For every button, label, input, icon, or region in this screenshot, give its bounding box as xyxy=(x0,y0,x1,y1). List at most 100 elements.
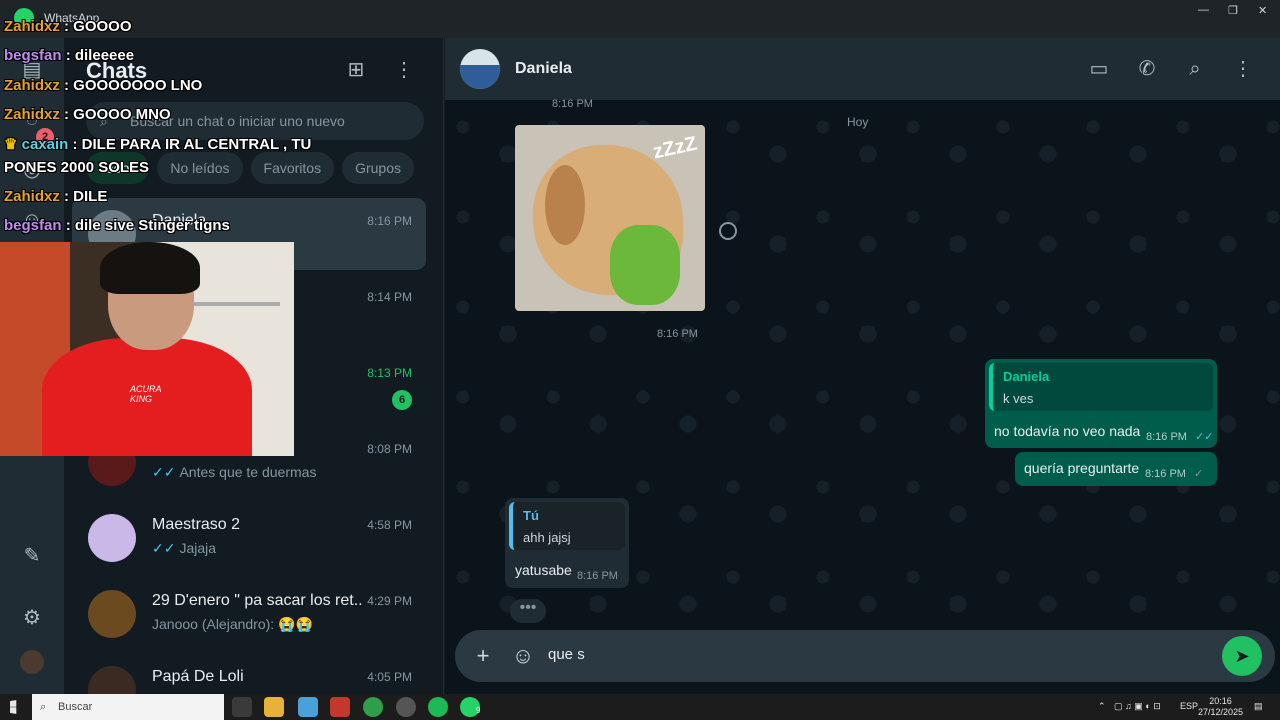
task-view-icon[interactable] xyxy=(232,697,252,717)
message-time: 8:16 PM xyxy=(1145,468,1186,480)
menu-dots-icon[interactable]: ⋮ xyxy=(1231,57,1255,81)
stream-chat-line: begsfan : dile sive Stinger tigns xyxy=(4,217,230,234)
chat-time: 4:29 PM xyxy=(367,594,412,608)
quoted-message[interactable]: Daniela k ves xyxy=(989,363,1213,411)
taskbar-search[interactable]: ⌕ Buscar xyxy=(32,694,224,720)
taskbar-clock[interactable]: 20:16 27/12/2025 xyxy=(1198,696,1243,718)
message-time: 8:16 PM xyxy=(657,328,698,340)
message-input[interactable]: que s xyxy=(548,646,585,663)
message-time: 8:16 PM xyxy=(552,98,593,110)
quote-author: Tú xyxy=(523,508,539,523)
profile-avatar[interactable] xyxy=(20,650,44,674)
tray-chevron-icon[interactable]: ⌃ xyxy=(1098,701,1106,712)
stream-chat-line: Zahidxz : GOOOO MNO xyxy=(4,106,171,123)
incoming-message[interactable]: Tú ahh jajsj yatusabe 8:16 PM xyxy=(505,498,629,588)
filter-groups[interactable]: Grupos xyxy=(342,152,415,184)
chat-time: 8:16 PM xyxy=(367,214,412,228)
chat-preview: ✓✓ Antes que te duermas xyxy=(152,464,317,480)
chat-time: 4:05 PM xyxy=(367,670,412,684)
spotify-icon[interactable] xyxy=(428,697,448,717)
message-time: 8:16 PM xyxy=(1146,431,1187,443)
contact-name[interactable]: Daniela xyxy=(515,60,572,78)
chat-name: 29 D'enero " pa sacar los ret... xyxy=(152,592,362,609)
chat-preview: ✓✓ Jajaja xyxy=(152,540,217,556)
stream-chat-line: Zahidxz : DILE xyxy=(4,188,108,205)
chat-name: Papá De Loli xyxy=(152,668,244,685)
message-text: no todavía no veo nada xyxy=(994,423,1141,439)
stream-chat-line: begsfan : dileeeee xyxy=(4,47,135,64)
search-icon: ⌕ xyxy=(40,701,47,713)
quoted-message[interactable]: Tú ahh jajsj xyxy=(509,502,625,550)
stream-chat-line: PONES 2000 SOLES xyxy=(4,159,150,176)
sticker-icon[interactable]: ☺ xyxy=(511,644,535,668)
chat-name: Maestraso 2 xyxy=(152,516,241,533)
chat-time: 4:58 PM xyxy=(367,518,412,532)
search-icon[interactable]: ⌕ xyxy=(1183,57,1207,81)
photo-message[interactable]: zZzZ xyxy=(515,125,705,311)
quote-author: Daniela xyxy=(1003,369,1050,384)
read-ticks-icon: ✓✓ xyxy=(152,540,176,556)
chat-row-group[interactable]: 29 D'enero " pa sacar los ret... Janooo … xyxy=(72,578,426,650)
chat-row-maestraso[interactable]: Maestraso 2 ✓✓ Jajaja 4:58 PM xyxy=(72,502,426,574)
obs-icon[interactable] xyxy=(396,697,416,717)
unread-badge: 6 xyxy=(392,390,412,410)
webcam-overlay: ACURA KING xyxy=(0,242,294,456)
quote-text: ahh jajsj xyxy=(523,530,571,545)
chrome-icon[interactable] xyxy=(363,697,383,717)
send-button[interactable]: ➤ xyxy=(1222,636,1262,676)
outgoing-message[interactable]: quería preguntarte 8:16 PM ✓ xyxy=(1015,452,1217,486)
avatar xyxy=(88,666,136,694)
conversation-header: Daniela ▭ ✆ ⌕ ⋮ xyxy=(445,38,1280,100)
message-text: yatusabe xyxy=(515,562,572,578)
media-icon[interactable]: ✎ xyxy=(20,544,44,568)
clock-date: 27/12/2025 xyxy=(1198,707,1244,717)
message-time: 8:16 PM xyxy=(577,570,618,582)
new-chat-icon[interactable]: ⊞ xyxy=(344,58,368,82)
whatsapp-taskbar-badge: 9 xyxy=(476,706,481,715)
windows-taskbar: ⌕ Buscar 9 ⌃ ▢ ♫ ▣ ◐ ⊡ ESP 20:16 27/12/2… xyxy=(0,694,1280,720)
taskbar-search-label: Buscar xyxy=(58,701,93,713)
video-call-icon[interactable]: ▭ xyxy=(1087,57,1111,81)
menu-dots-icon[interactable]: ⋮ xyxy=(392,58,416,82)
shirt-logo: ACURA KING xyxy=(130,384,162,404)
dog-ear xyxy=(545,165,585,245)
file-explorer-icon[interactable] xyxy=(264,697,284,717)
chat-row-papa[interactable]: Papá De Loli 4:05 PM xyxy=(72,654,426,694)
day-label: Hoy xyxy=(847,115,869,129)
chat-time: 8:08 PM xyxy=(367,442,412,456)
sent-tick-icon: ✓ xyxy=(1194,468,1204,480)
tray-icons[interactable]: ▢ ♫ ▣ ◐ ⊡ xyxy=(1114,701,1161,712)
minimize-button[interactable]: — xyxy=(1198,4,1209,16)
avatar xyxy=(88,514,136,562)
maximize-button[interactable]: ❐ xyxy=(1228,4,1238,17)
notifications-icon[interactable]: ▤ xyxy=(1254,701,1263,712)
outgoing-message[interactable]: Daniela k ves no todavía no veo nada 8:1… xyxy=(985,359,1217,448)
chat-time: 8:13 PM xyxy=(367,366,412,380)
close-button[interactable]: ✕ xyxy=(1258,4,1267,17)
message-composer[interactable]: + ☺ que s xyxy=(455,630,1275,682)
keyboard-language[interactable]: ESP xyxy=(1180,701,1198,711)
contact-avatar[interactable] xyxy=(460,49,500,89)
read-ticks-icon: ✓✓ xyxy=(1195,431,1214,443)
stream-chat-overlay: Zahidxz : GOOOO begsfan : dileeeee Zahid… xyxy=(0,0,312,240)
attach-plus-icon[interactable]: + xyxy=(471,644,495,668)
conversation-panel: Daniela ▭ ✆ ⌕ ⋮ 8:16 PM Hoy zZzZ 8:16 PM… xyxy=(445,38,1280,694)
stream-chat-line: ♛ caxain : DILE PARA IR AL CENTRAL , TU xyxy=(4,136,312,153)
toy-image xyxy=(610,225,680,305)
phone-icon[interactable]: ✆ xyxy=(1135,57,1159,81)
clock-time: 20:16 xyxy=(1209,696,1232,706)
notes-app-icon[interactable] xyxy=(298,697,318,717)
message-text: quería preguntarte xyxy=(1024,460,1140,476)
gear-icon[interactable]: ⚙ xyxy=(20,606,44,630)
avatar xyxy=(88,590,136,638)
app-icon[interactable] xyxy=(330,697,350,717)
typing-indicator: ••• xyxy=(510,599,546,623)
stream-chat-line: Zahidxz : GOOOO xyxy=(4,18,132,35)
webcam-hair xyxy=(100,242,200,294)
react-emoji-icon[interactable] xyxy=(719,222,737,240)
chat-time: 8:14 PM xyxy=(367,290,412,304)
read-ticks-icon: ✓✓ xyxy=(152,464,176,480)
chat-preview: Janooo (Alejandro): 😭😭 xyxy=(152,616,313,632)
quote-text: k ves xyxy=(1003,391,1034,406)
windows-start-icon[interactable] xyxy=(10,700,17,714)
